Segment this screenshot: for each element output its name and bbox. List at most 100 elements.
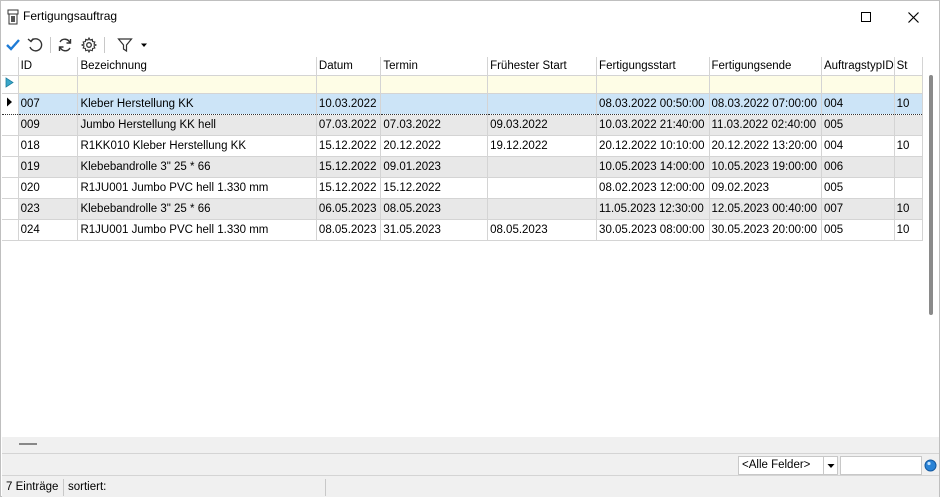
column-header-fruehester-start[interactable]: Frühester Start (487, 57, 598, 76)
column-header-id[interactable]: ID (18, 57, 79, 76)
table-cell[interactable]: 11.03.2022 02:40:00 (709, 114, 822, 136)
table-cell[interactable]: 10 (894, 219, 923, 241)
table-cell[interactable]: 08.05.2023 (487, 219, 598, 241)
table-row[interactable]: 007 Kleber Herstellung KK 10.03.2022 08.03.… (2, 92, 923, 115)
table-cell[interactable] (487, 156, 598, 178)
table-cell[interactable]: 30.05.2023 20:00:00 (709, 219, 822, 241)
table-cell[interactable]: 007 (18, 92, 79, 115)
table-row[interactable]: 019 Klebebandrolle 3" 25 * 66 15.12.2022 09… (2, 156, 923, 178)
table-cell[interactable]: 005 (821, 177, 895, 199)
table-cell[interactable]: 15.12.2022 (316, 177, 382, 199)
table-cell[interactable]: 10.05.2023 19:00:00 (709, 156, 822, 178)
table-cell[interactable]: 31.05.2023 (380, 219, 489, 241)
column-header-st[interactable]: St (894, 57, 923, 76)
table-cell[interactable]: 007 (821, 198, 895, 220)
table-cell[interactable]: 07.03.2022 (316, 114, 382, 136)
table-cell[interactable]: 15.12.2022 (316, 135, 382, 157)
column-header-bezeichnung[interactable]: Bezeichnung (77, 57, 317, 76)
table-cell[interactable]: 020 (18, 177, 79, 199)
table-cell[interactable]: 005 (821, 114, 895, 136)
filter-cell[interactable] (709, 75, 822, 94)
table-cell[interactable]: 004 (821, 135, 895, 157)
data-grid[interactable]: ID Bezeichnung Datum Termin Frühester St… (2, 57, 923, 437)
table-cell[interactable] (894, 156, 923, 178)
filter-row[interactable] (2, 75, 923, 94)
table-cell[interactable] (894, 114, 923, 136)
column-header-fertigungsstart[interactable]: Fertigungsstart (596, 57, 710, 76)
table-cell[interactable] (487, 92, 598, 115)
table-cell[interactable] (487, 198, 598, 220)
filter-cell[interactable] (821, 75, 895, 94)
table-row[interactable]: 023 Klebebandrolle 3" 25 * 66 06.05.2023 08… (2, 198, 923, 220)
refresh-button[interactable] (55, 35, 75, 55)
filter-cell[interactable] (380, 75, 489, 94)
table-cell[interactable]: 10.05.2023 14:00:00 (596, 156, 710, 178)
column-header-fertigungsende[interactable]: Fertigungsende (709, 57, 822, 76)
scrollbar-thumb[interactable] (929, 75, 933, 315)
table-cell[interactable]: 08.02.2023 12:00:00 (596, 177, 710, 199)
save-button[interactable] (3, 35, 23, 55)
table-cell[interactable]: 023 (18, 198, 79, 220)
table-cell[interactable]: R1JU001 Jumbo PVC hell 1.330 mm (77, 177, 317, 199)
table-cell[interactable]: 10 (894, 198, 923, 220)
table-cell[interactable]: 30.05.2023 08:00:00 (596, 219, 710, 241)
column-header-termin[interactable]: Termin (380, 57, 489, 76)
table-cell[interactable]: 11.05.2023 12:30:00 (596, 198, 710, 220)
table-cell[interactable]: 09.03.2022 (487, 114, 598, 136)
table-row[interactable]: 018 R1KK010 Kleber Herstellung KK 15.12.20… (2, 135, 923, 157)
table-cell[interactable]: 07.03.2022 (380, 114, 489, 136)
table-cell[interactable]: 15.12.2022 (316, 156, 382, 178)
filter-cell[interactable] (894, 75, 923, 94)
table-cell[interactable]: 006 (821, 156, 895, 178)
table-cell[interactable]: 09.02.2023 (709, 177, 822, 199)
table-cell[interactable] (487, 177, 598, 199)
filter-cell[interactable] (596, 75, 710, 94)
table-row[interactable]: 024 R1JU001 Jumbo PVC hell 1.330 mm 08.05.… (2, 219, 923, 241)
table-cell[interactable]: 09.01.2023 (380, 156, 489, 178)
row-indicator[interactable] (2, 114, 19, 136)
table-cell[interactable]: 08.05.2023 (380, 198, 489, 220)
row-indicator[interactable] (2, 156, 19, 178)
table-cell[interactable]: 20.12.2022 10:10:00 (596, 135, 710, 157)
search-field-select[interactable]: <Alle Felder> (738, 456, 838, 475)
row-indicator[interactable] (2, 92, 19, 115)
table-cell[interactable]: 024 (18, 219, 79, 241)
table-cell[interactable]: 10.03.2022 (316, 92, 382, 115)
table-cell[interactable]: 20.12.2022 (380, 135, 489, 157)
search-input[interactable] (840, 456, 922, 475)
search-go-button[interactable] (923, 457, 938, 473)
table-cell[interactable] (894, 177, 923, 199)
table-cell[interactable]: 10 (894, 135, 923, 157)
search-field-select-arrow[interactable] (823, 457, 837, 474)
table-cell[interactable]: Jumbo Herstellung KK hell (77, 114, 317, 136)
table-row[interactable]: 009 Jumbo Herstellung KK hell 07.03.2022 07… (2, 114, 923, 136)
row-indicator[interactable] (2, 219, 19, 241)
table-cell[interactable]: 20.12.2022 13:20:00 (709, 135, 822, 157)
table-cell[interactable]: 19.12.2022 (487, 135, 598, 157)
table-cell[interactable]: Kleber Herstellung KK (77, 92, 317, 115)
table-cell[interactable]: R1JU001 Jumbo PVC hell 1.330 mm (77, 219, 317, 241)
maximize-button[interactable] (843, 1, 889, 33)
table-cell[interactable]: 08.05.2023 (316, 219, 382, 241)
row-indicator[interactable] (2, 177, 19, 199)
close-button[interactable] (890, 1, 936, 33)
table-cell[interactable]: 009 (18, 114, 79, 136)
table-cell[interactable]: 08.03.2022 00:50:00 (596, 92, 710, 115)
filter-cell[interactable] (316, 75, 382, 94)
table-row[interactable]: 020 R1JU001 Jumbo PVC hell 1.330 mm 15.12.… (2, 177, 923, 199)
splitter-handle[interactable] (19, 443, 37, 445)
table-cell[interactable] (380, 92, 489, 115)
table-cell[interactable]: 018 (18, 135, 79, 157)
row-indicator[interactable] (2, 198, 19, 220)
table-cell[interactable]: 019 (18, 156, 79, 178)
table-cell[interactable]: 12.05.2023 00:40:00 (709, 198, 822, 220)
filter-cell[interactable] (77, 75, 317, 94)
table-cell[interactable]: R1KK010 Kleber Herstellung KK (77, 135, 317, 157)
table-cell[interactable]: 15.12.2022 (380, 177, 489, 199)
table-cell[interactable]: 06.05.2023 (316, 198, 382, 220)
table-cell[interactable]: Klebebandrolle 3" 25 * 66 (77, 198, 317, 220)
table-cell[interactable]: 004 (821, 92, 895, 115)
table-cell[interactable]: 08.03.2022 07:00:00 (709, 92, 822, 115)
column-header-auftragstypid[interactable]: AuftragstypID (821, 57, 895, 76)
undo-button[interactable] (25, 35, 45, 55)
